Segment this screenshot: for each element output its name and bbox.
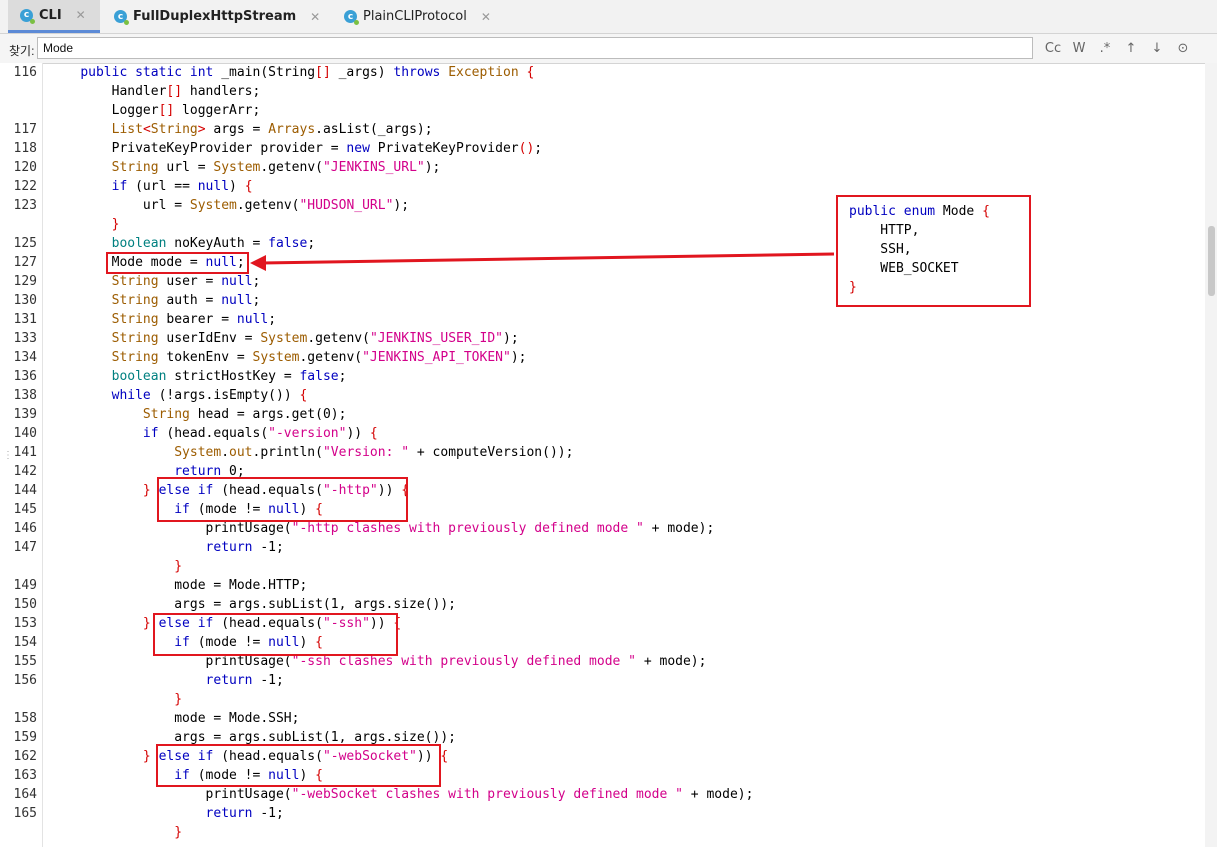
callout-line: WEB_SOCKET <box>849 261 959 276</box>
enum-mode-callout: public enum Mode { HTTP, SSH, WEB_SOCKET… <box>836 195 1031 307</box>
callout-arrow <box>250 252 835 271</box>
callout-line: HTTP, <box>849 223 920 238</box>
callout-line: public enum Mode { <box>849 204 990 219</box>
callout-line: } <box>849 280 857 295</box>
callout-line: SSH, <box>849 242 912 257</box>
